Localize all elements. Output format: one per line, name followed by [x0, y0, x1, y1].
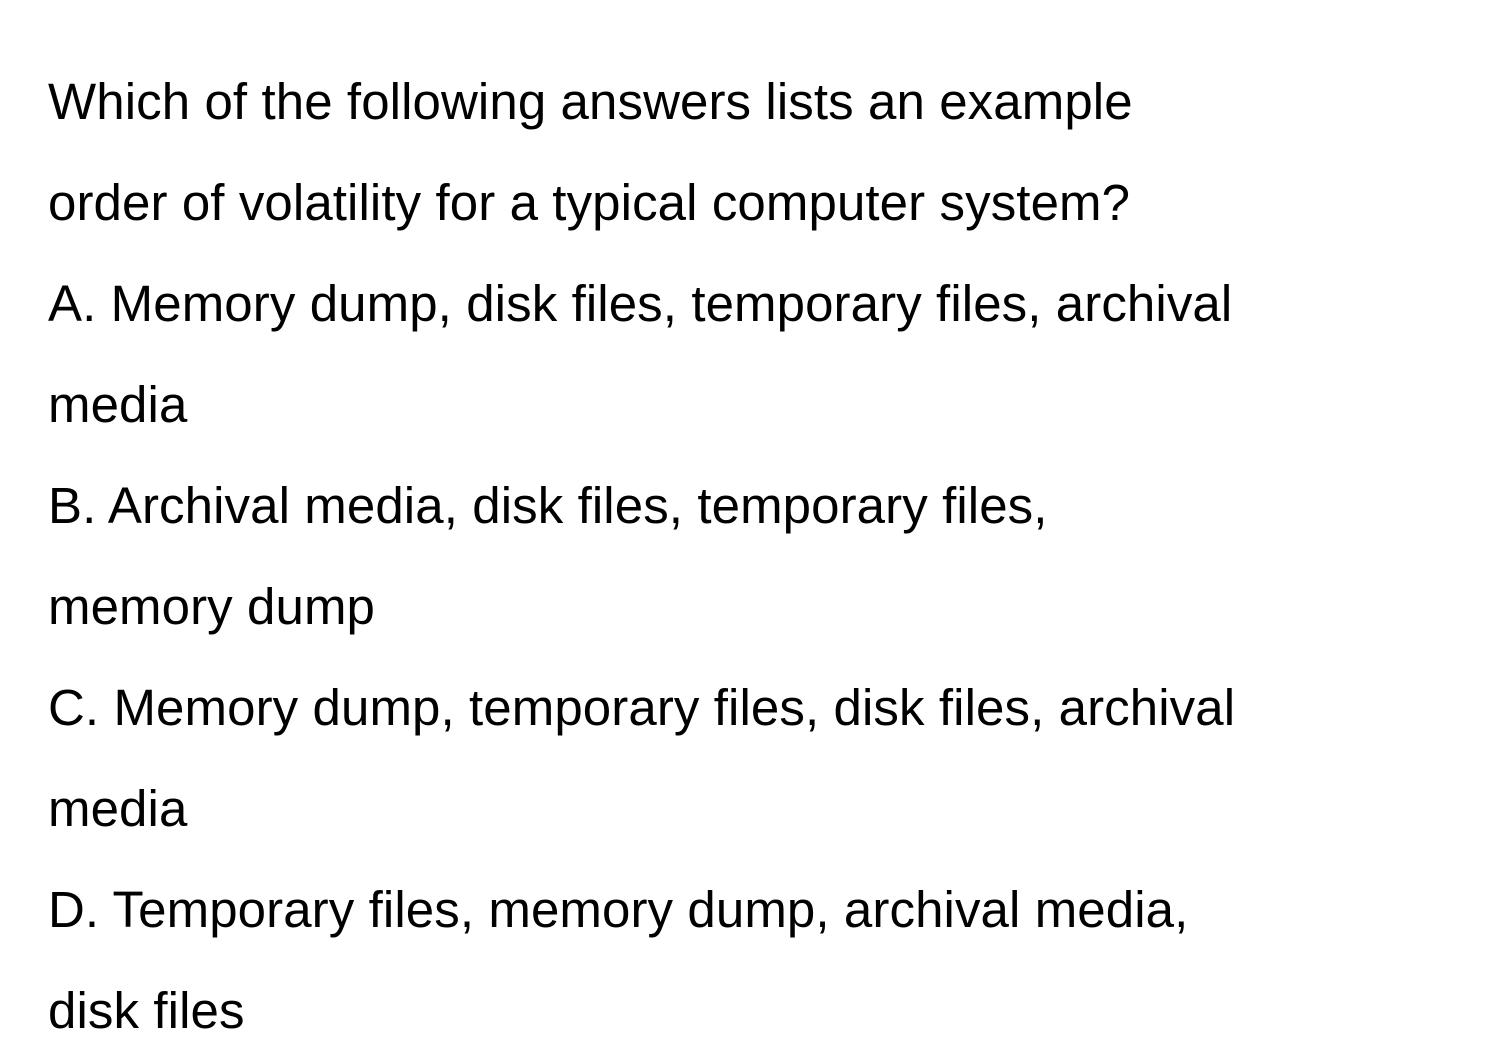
option-c-line-1: C. Memory dump, temporary files, disk fi… — [48, 658, 1460, 759]
option-d-line-1: D. Temporary files, memory dump, archiva… — [48, 860, 1460, 961]
option-b-line-2: memory dump — [48, 557, 1460, 658]
option-a-line-1: A. Memory dump, disk files, temporary fi… — [48, 254, 1460, 355]
question-text-line-2: order of volatility for a typical comput… — [48, 153, 1460, 254]
question-text-line-1: Which of the following answers lists an … — [48, 52, 1460, 153]
question-page: Which of the following answers lists an … — [0, 0, 1500, 1040]
option-b-line-1: B. Archival media, disk files, temporary… — [48, 456, 1460, 557]
option-c-line-2: media — [48, 759, 1460, 860]
option-a-line-2: media — [48, 355, 1460, 456]
option-d-line-2: disk files — [48, 961, 1460, 1040]
